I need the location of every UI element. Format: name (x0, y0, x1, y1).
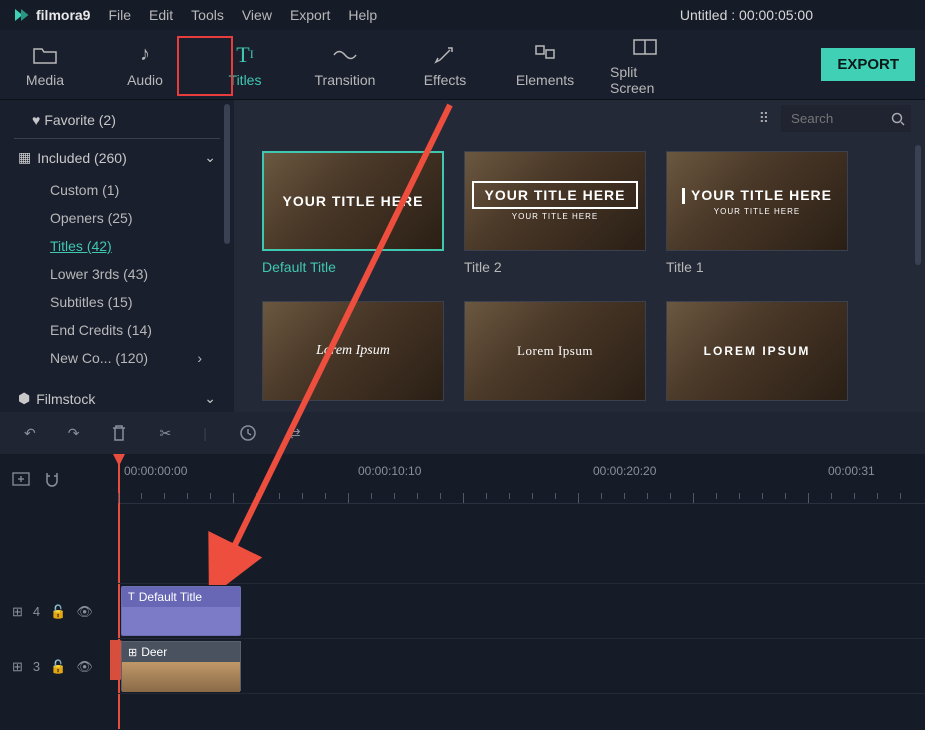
app-name: filmora9 (36, 7, 90, 23)
sidebar-item-custom[interactable]: Custom (1) (0, 176, 234, 204)
sidebar-item-openers[interactable]: Openers (25) (0, 204, 234, 232)
clips-area[interactable]: TDefault Title ⊞Deer (118, 504, 925, 694)
delete-icon[interactable] (111, 424, 127, 442)
text-clip-icon: T (128, 591, 135, 603)
sidebar-favorite[interactable]: ♥ Favorite (2) (14, 100, 220, 139)
eye-icon[interactable]: 👁 (76, 659, 93, 675)
track-label-3: ⊞ 3 🔓 👁 (0, 639, 118, 694)
redo-icon[interactable]: ↷ (68, 425, 80, 442)
thumb-lorem-3[interactable]: LOREM IPSUM (666, 301, 848, 401)
toolbar-titles[interactable]: TI Titles (210, 42, 280, 88)
titlebar: filmora9 File Edit Tools View Export Hel… (0, 0, 925, 30)
search-wrap (781, 105, 911, 132)
lock-icon[interactable]: 🔓 (50, 659, 66, 675)
toolbar-elements[interactable]: Elements (510, 42, 580, 88)
menu-export[interactable]: Export (290, 7, 330, 23)
timeline-ticks[interactable]: 00:00:00:00 00:00:10:10 00:00:20:20 00:0… (118, 454, 925, 504)
track-row-4[interactable]: TDefault Title (118, 584, 925, 639)
box-icon: ⬢ (18, 390, 30, 407)
thumb-lorem-2[interactable]: Lorem Ipsum (464, 301, 646, 401)
cut-icon[interactable]: ✂ (159, 425, 171, 442)
main-area: ♥ Favorite (2) ▦ Included (260) ⌄ Custom… (0, 100, 925, 412)
timeline-controls (0, 454, 118, 504)
lock-icon[interactable]: 🔓 (50, 604, 66, 620)
clip-deer[interactable]: ⊞Deer (121, 641, 241, 691)
elements-icon (532, 42, 558, 68)
effects-icon (432, 42, 458, 68)
settings-icon[interactable]: ⇄ (289, 425, 301, 442)
split-icon (632, 34, 658, 60)
magnet-icon[interactable] (44, 471, 60, 487)
chevron-down-icon: ⌄ (204, 390, 216, 407)
content-panel: ⠿ YOUR TITLE HERE Default Title YOUR TIT… (234, 100, 925, 412)
toolbar-transition[interactable]: Transition (310, 42, 380, 88)
timeline: 00:00:00:00 00:00:10:10 00:00:20:20 00:0… (0, 454, 925, 730)
chevron-down-icon: ⌄ (204, 149, 216, 166)
folder-icon (32, 42, 58, 68)
thumb-lorem-1[interactable]: Lorem Ipsum (262, 301, 444, 401)
chevron-right-icon: › (197, 350, 202, 366)
add-track-icon[interactable] (12, 472, 30, 486)
export-button[interactable]: EXPORT (821, 48, 915, 81)
sidebar-scrollbar[interactable] (224, 104, 230, 244)
app-logo: filmora9 (12, 6, 90, 24)
main-toolbar: Media ♪ Audio TI Titles Transition Effec… (0, 30, 925, 100)
sidebar-item-subtitles[interactable]: Subtitles (15) (0, 288, 234, 316)
thumb-title-1[interactable]: YOUR TITLE HEREYOUR TITLE HERE Title 1 (666, 151, 848, 275)
menu-bar: File Edit Tools View Export Help (108, 7, 377, 23)
clip-default-title[interactable]: TDefault Title (121, 586, 241, 636)
heart-icon: ♥ (32, 112, 40, 128)
logo-icon (12, 6, 30, 24)
sidebar-item-newco[interactable]: New Co... (120) › (0, 344, 234, 372)
toolbar-split-screen[interactable]: Split Screen (610, 34, 680, 96)
sidebar-item-lower3rds[interactable]: Lower 3rds (43) (0, 260, 234, 288)
timeline-tracks: ⊞ 4 🔓 👁 ⊞ 3 🔓 👁 TDefault Title (0, 504, 925, 694)
text-icon: TI (232, 42, 258, 68)
track-row-3[interactable]: ⊞Deer (118, 639, 925, 694)
thumbnail-grid: YOUR TITLE HERE Default Title YOUR TITLE… (234, 137, 925, 412)
eye-icon[interactable]: 👁 (76, 604, 93, 620)
grid-view-icon[interactable]: ⠿ (759, 110, 769, 127)
sidebar-included[interactable]: ▦ Included (260) ⌄ (0, 139, 234, 176)
grid-icon: ▦ (18, 149, 31, 166)
toolbar-effects[interactable]: Effects (410, 42, 480, 88)
filmstrip-icon: ⊞ (12, 604, 23, 620)
timeline-ruler: 00:00:00:00 00:00:10:10 00:00:20:20 00:0… (0, 454, 925, 504)
menu-edit[interactable]: Edit (149, 7, 173, 23)
clip-thumbnail (122, 662, 240, 692)
menu-tools[interactable]: Tools (191, 7, 224, 23)
thumb-title-2[interactable]: YOUR TITLE HEREYOUR TITLE HERE Title 2 (464, 151, 646, 275)
sidebar-item-titles[interactable]: Titles (42) (0, 232, 234, 260)
sidebar: ♥ Favorite (2) ▦ Included (260) ⌄ Custom… (0, 100, 234, 412)
video-clip-icon: ⊞ (128, 646, 137, 659)
music-icon: ♪ (132, 42, 158, 68)
history-icon[interactable] (239, 424, 257, 442)
project-title: Untitled : 00:00:05:00 (680, 7, 813, 23)
filmstrip-icon: ⊞ (12, 659, 23, 675)
track-row-empty[interactable] (118, 504, 925, 584)
sidebar-filmstock[interactable]: ⬢ Filmstock ⌄ (0, 380, 234, 417)
undo-icon[interactable]: ↶ (24, 425, 36, 442)
menu-help[interactable]: Help (348, 7, 377, 23)
menu-file[interactable]: File (108, 7, 131, 23)
toolbar-audio[interactable]: ♪ Audio (110, 42, 180, 88)
transition-icon (332, 42, 358, 68)
timeline-toolbar: ↶ ↷ ✂ | ⇄ (0, 412, 925, 454)
thumb-default-title[interactable]: YOUR TITLE HERE Default Title (262, 151, 444, 275)
search-icon (891, 112, 905, 126)
content-toolbar: ⠿ (234, 100, 925, 137)
content-scrollbar[interactable] (915, 145, 921, 265)
menu-view[interactable]: View (242, 7, 272, 23)
track-labels: ⊞ 4 🔓 👁 ⊞ 3 🔓 👁 (0, 504, 118, 694)
track-spacer (0, 504, 118, 584)
sidebar-item-endcredits[interactable]: End Credits (14) (0, 316, 234, 344)
toolbar-media[interactable]: Media (10, 42, 80, 88)
track-label-4: ⊞ 4 🔓 👁 (0, 584, 118, 639)
